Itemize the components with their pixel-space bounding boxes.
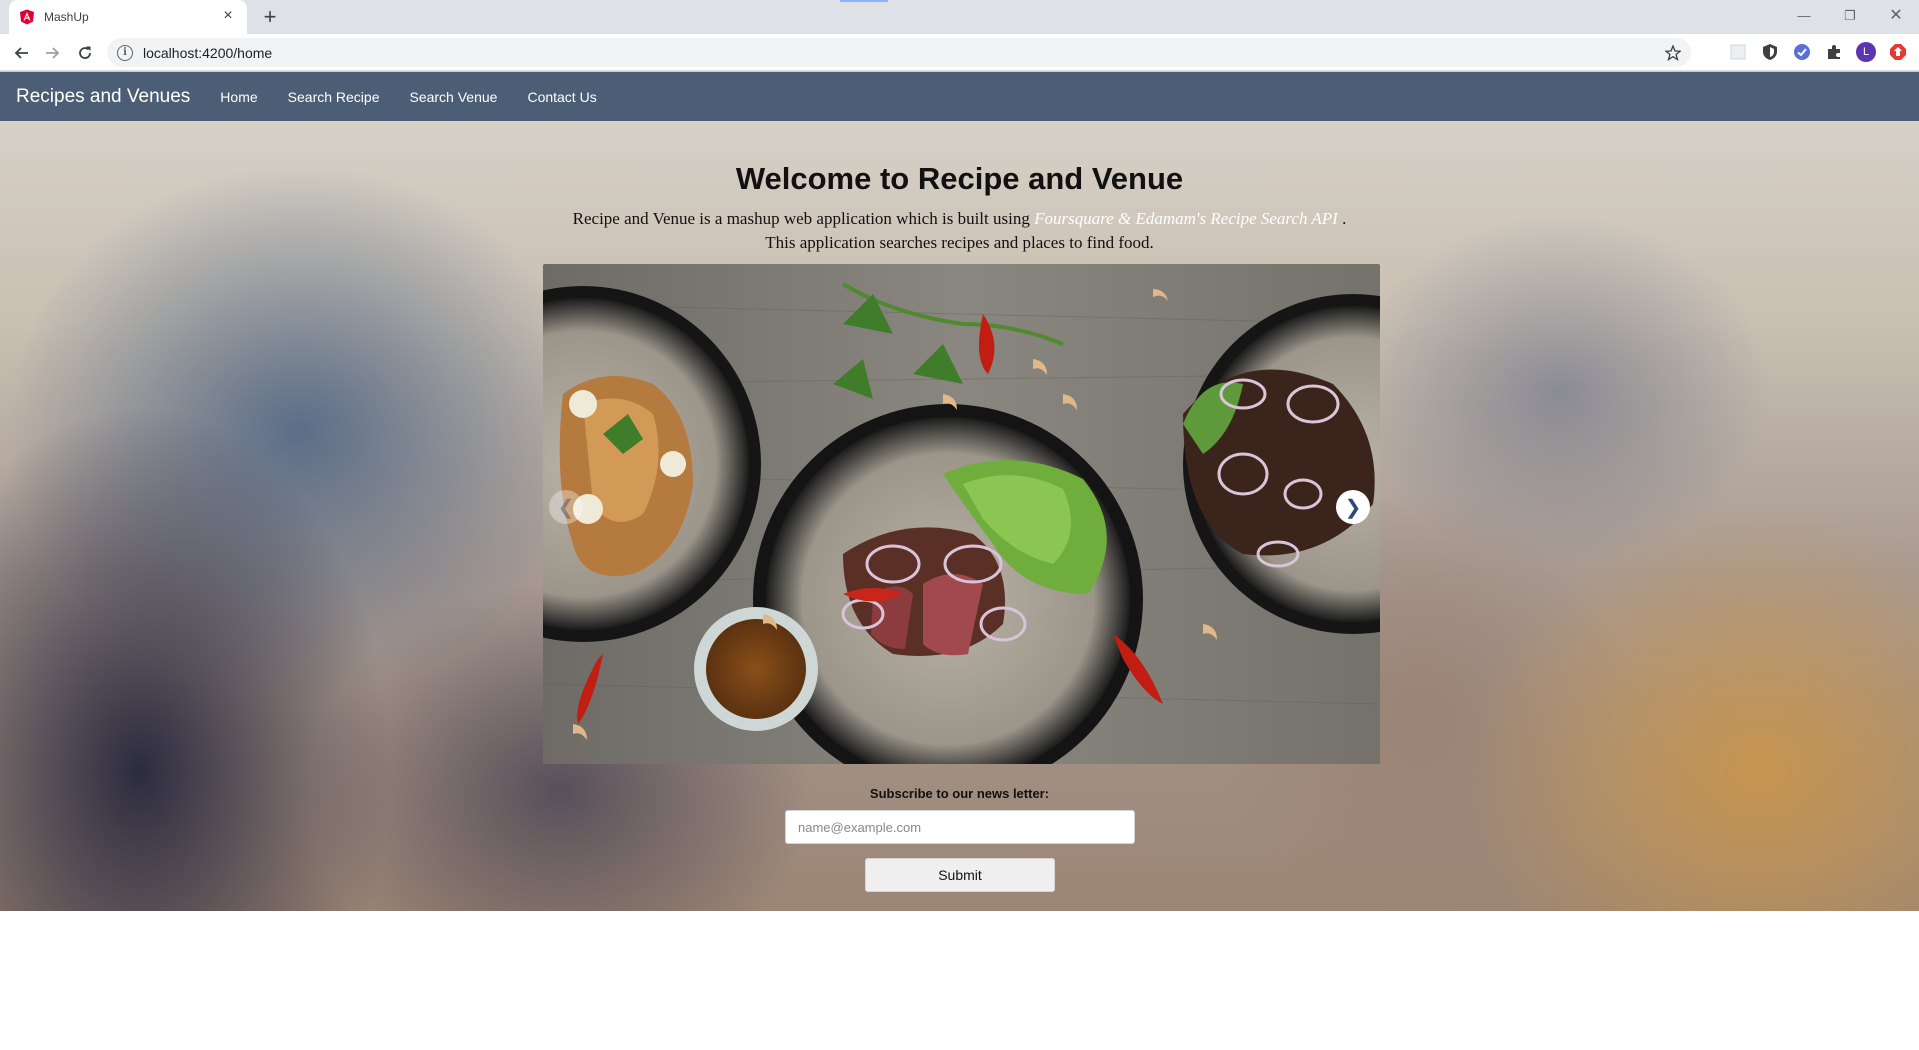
description-period: .	[1342, 209, 1347, 228]
navbar-brand[interactable]: Recipes and Venues	[16, 86, 190, 108]
close-window-icon[interactable]: ✕	[1873, 4, 1919, 30]
tabstrip-indicator	[840, 0, 888, 2]
back-icon[interactable]	[8, 40, 34, 66]
site-info-icon[interactable]: i	[117, 44, 133, 61]
submit-button[interactable]: Submit	[865, 858, 1055, 892]
forward-icon[interactable]	[40, 40, 66, 66]
reload-icon[interactable]	[72, 40, 98, 66]
food-carousel[interactable]: ❮ ❯	[543, 264, 1380, 764]
page-viewport: Recipes and Venues Home Search Recipe Se…	[0, 71, 1919, 1050]
extension-shield-icon[interactable]	[1760, 42, 1780, 62]
carousel-next-icon[interactable]: ❯	[1336, 490, 1370, 524]
nav-link-search-recipe[interactable]: Search Recipe	[273, 89, 395, 105]
page-title: Welcome to Recipe and Venue	[0, 161, 1919, 197]
extension-red-icon[interactable]	[1888, 42, 1908, 62]
hero-background: Recipes and Venues Home Search Recipe Se…	[0, 71, 1919, 911]
newsletter-email-input[interactable]	[785, 810, 1135, 844]
tab-close-icon[interactable]: ×	[219, 8, 237, 26]
description-text: Recipe and Venue is a mashup web applica…	[572, 209, 1030, 228]
description-line-1: Recipe and Venue is a mashup web applica…	[0, 207, 1919, 231]
description-line-2: This application searches recipes and pl…	[765, 233, 1154, 252]
restore-window-icon[interactable]: ❐	[1827, 4, 1873, 30]
angular-favicon-icon	[19, 9, 35, 25]
site-navbar: Recipes and Venues Home Search Recipe Se…	[0, 71, 1919, 121]
subscribe-label: Subscribe to our news letter:	[869, 786, 1050, 801]
profile-initial: L	[1862, 46, 1870, 58]
description-api-name: Foursquare & Edamam's Recipe Search API	[1034, 209, 1338, 228]
browser-tab[interactable]: MashUp ×	[9, 0, 247, 34]
profile-avatar[interactable]: L	[1856, 42, 1876, 62]
new-tab-button[interactable]: +	[256, 5, 284, 29]
minimize-window-icon[interactable]: —	[1781, 4, 1827, 30]
page-description: Recipe and Venue is a mashup web applica…	[0, 207, 1919, 255]
carousel-food-image	[543, 264, 1380, 764]
page-title-bold: Recipe and Venue	[917, 161, 1184, 196]
extensions-puzzle-icon[interactable]	[1824, 42, 1844, 62]
extension-placeholder-icon[interactable]	[1728, 42, 1748, 62]
address-bar[interactable]: i localhost:4200/home	[107, 38, 1691, 67]
browser-toolbar: i localhost:4200/home L	[0, 34, 1919, 71]
bookmark-star-icon[interactable]	[1663, 43, 1683, 63]
extension-check-badge-icon[interactable]	[1792, 42, 1812, 62]
nav-link-home[interactable]: Home	[205, 89, 272, 105]
page-title-prefix: Welcome to	[735, 161, 910, 196]
nav-link-contact-us[interactable]: Contact Us	[512, 89, 611, 105]
tab-title: MashUp	[44, 10, 89, 24]
carousel-prev-icon[interactable]: ❮	[549, 490, 583, 524]
address-url: localhost:4200/home	[143, 44, 273, 61]
nav-link-search-venue[interactable]: Search Venue	[394, 89, 512, 105]
browser-tabstrip: MashUp × + — ❐ ✕	[0, 0, 1919, 34]
